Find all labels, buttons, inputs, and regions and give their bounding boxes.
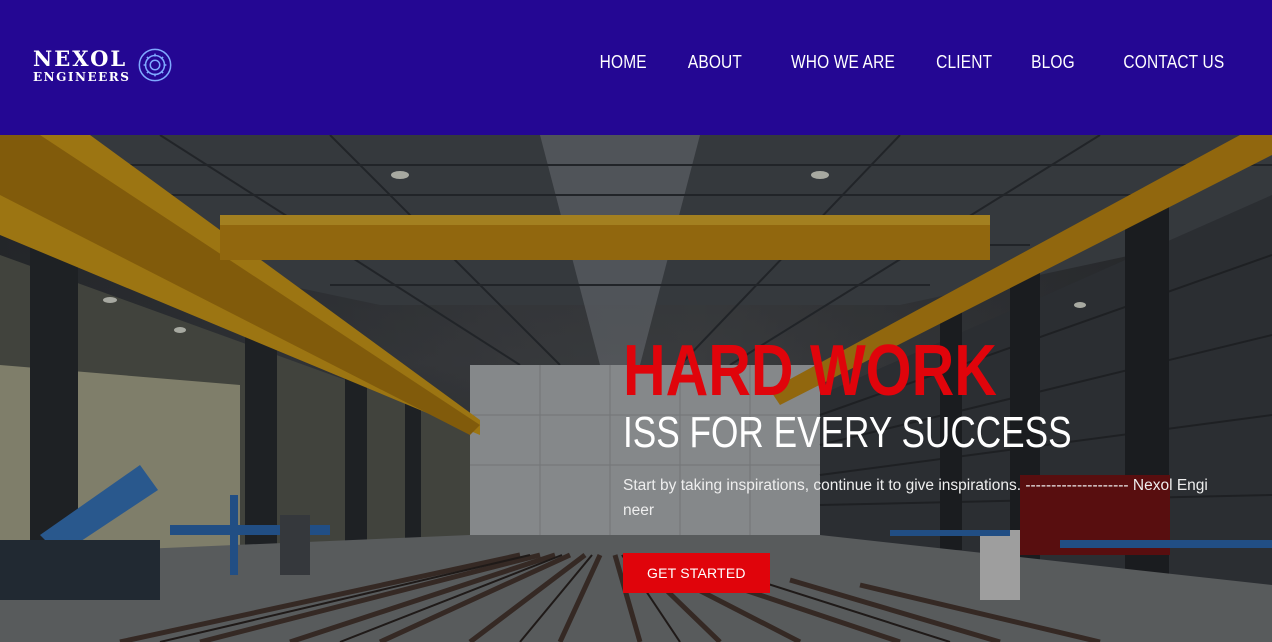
nav-item-who-we-are[interactable]: WHO WE ARE [791,52,895,73]
get-started-button[interactable]: GET STARTED [623,553,770,593]
nav-item-blog[interactable]: BLOG [1031,52,1075,73]
brand-subtitle: ENGINEERS [33,69,131,84]
site-header: NEXOL ENGINEERS HOME ABOUT WHO WE ARE CL… [0,0,1272,135]
gear-icon [138,48,172,82]
brand-wordmark: NEXOL ENGINEERS [33,48,130,83]
brand-name: NEXOL [33,45,128,71]
brand-logo[interactable]: NEXOL ENGINEERS [33,45,174,85]
nav-item-about[interactable]: ABOUT [687,52,741,73]
hero-title: HARD WORK [623,331,997,411]
hero-section: HARD WORK ISS FOR EVERY SUCCESS Start by… [0,135,1272,642]
hero-content: HARD WORK ISS FOR EVERY SUCCESS Start by… [623,335,1223,593]
nav-item-contact-us[interactable]: CONTACT US [1123,52,1224,73]
nav-item-home[interactable]: HOME [599,52,646,73]
hero-quote: Start by taking inspirations, continue i… [623,477,1208,519]
nav-item-client[interactable]: CLIENT [936,52,992,73]
main-nav: HOME ABOUT WHO WE ARE CLIENT BLOG CONTAC… [560,52,1224,73]
hero-subtitle: ISS FOR EVERY SUCCESS [623,408,1072,457]
